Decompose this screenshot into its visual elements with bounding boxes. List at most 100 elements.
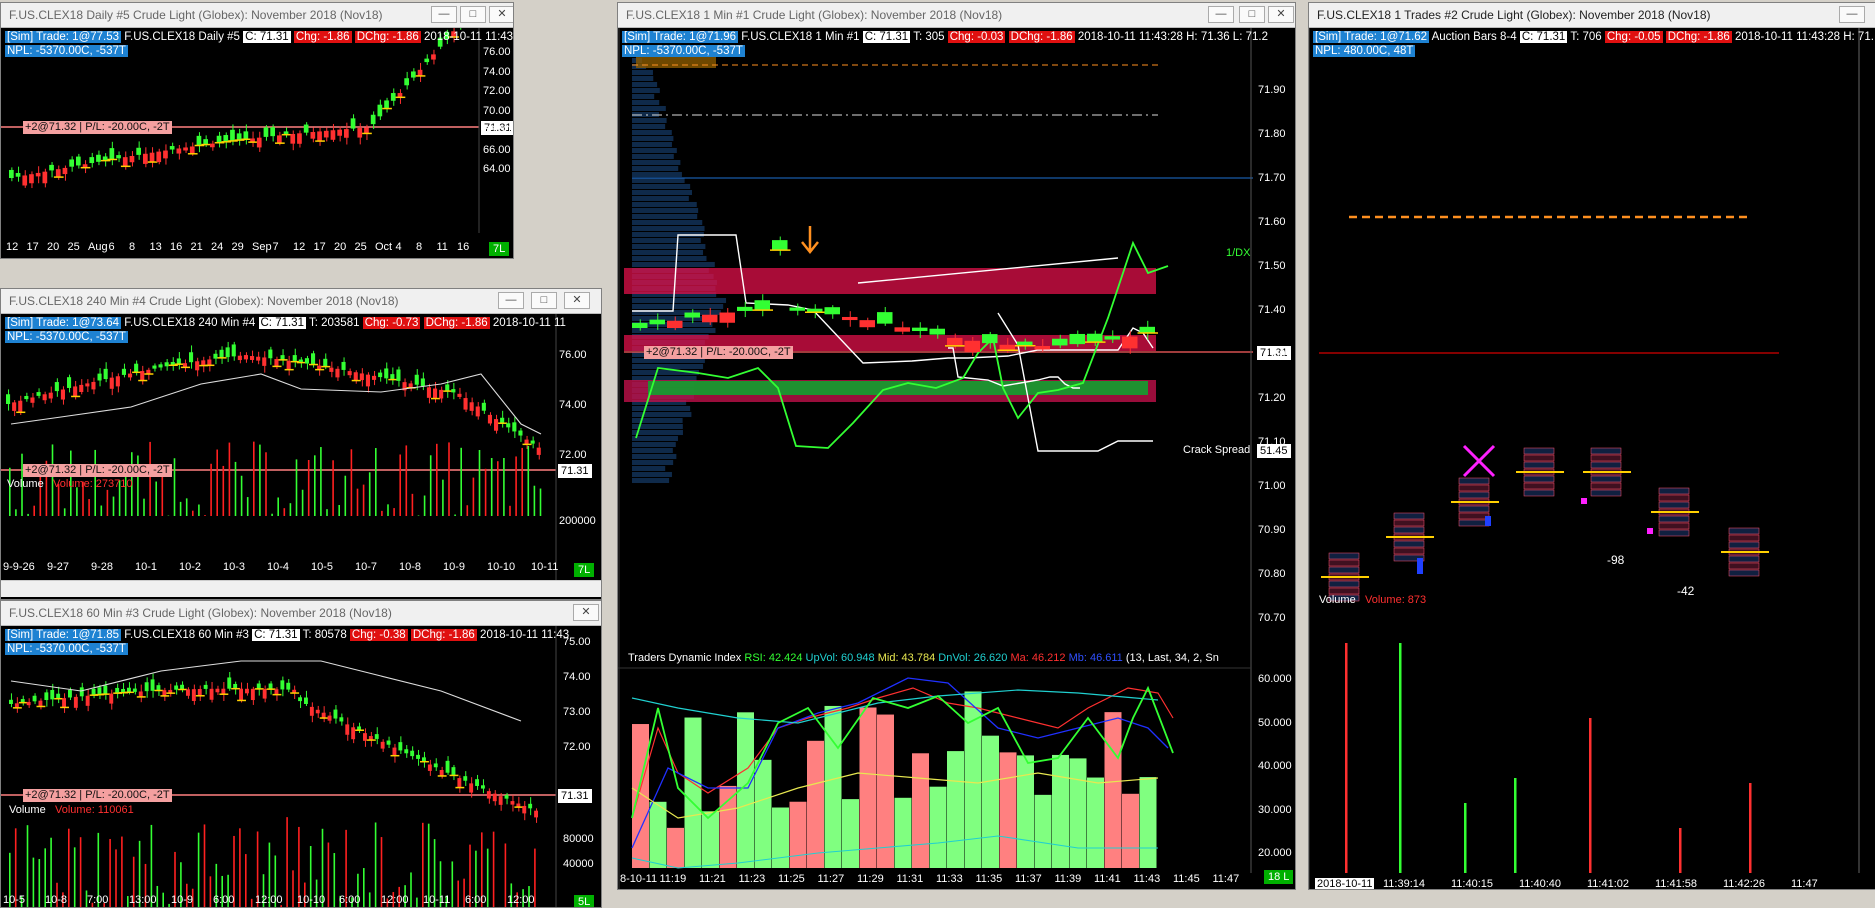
candle — [337, 130, 342, 136]
x-tick-label: 11:40:40 — [1519, 878, 1561, 890]
maximize-button[interactable]: □ — [531, 292, 557, 309]
tdi-histogram-bar — [1070, 758, 1087, 868]
volume-bar — [229, 443, 231, 516]
candle — [6, 394, 10, 404]
titlebar[interactable]: F.US.CLEX18 60 Min #3 Crude Light (Globe… — [1, 601, 601, 626]
volume-bar — [210, 876, 212, 907]
horizontal-scrollbar[interactable] — [1, 580, 601, 597]
candle — [342, 362, 346, 370]
volume-profile-bar — [632, 76, 653, 81]
titlebar[interactable]: F.US.CLEX18 1 Min #1 Crude Light (Globex… — [618, 3, 1295, 28]
position-pl-tag[interactable]: +2@71.32 | P/L: -20.00C, -2T — [23, 121, 172, 134]
volume-bar — [410, 872, 412, 907]
maximize-button[interactable]: □ — [1239, 6, 1265, 23]
candle — [130, 156, 135, 162]
candle — [487, 791, 491, 798]
volume-bar — [454, 515, 456, 516]
240min-chart-window[interactable]: F.US.CLEX18 240 Min #4 Crude Light (Glob… — [0, 288, 602, 600]
candle — [463, 776, 467, 781]
titlebar[interactable]: F.US.CLEX18 240 Min #4 Crude Light (Glob… — [1, 289, 601, 314]
candle — [157, 685, 161, 690]
titlebar[interactable]: F.US.CLEX18 Daily #5 Crude Light (Globex… — [1, 3, 513, 28]
1min-chart-window[interactable]: F.US.CLEX18 1 Min #1 Crude Light (Globex… — [617, 2, 1296, 890]
volume-profile-bar — [632, 418, 683, 423]
x-tick-label: 11:33 — [936, 873, 963, 885]
volume-bar — [375, 822, 377, 907]
volume-bar — [204, 515, 206, 516]
position-pl-tag[interactable]: +2@71.32 | P/L: -20.00C, -2T — [23, 464, 172, 477]
candle — [439, 390, 443, 399]
minimize-button[interactable]: — — [1839, 6, 1865, 23]
position-pl-tag[interactable]: +2@71.32 | P/L: -20.00C, -2T — [23, 789, 172, 802]
volume-bar — [239, 828, 241, 907]
minimize-button[interactable]: — — [1208, 6, 1234, 23]
volume-profile-bar — [632, 94, 654, 99]
candle — [98, 374, 102, 381]
y-tick-label: 73.00 — [563, 706, 591, 718]
candle — [323, 359, 327, 367]
volume-profile-bar — [632, 226, 705, 231]
auction-cell — [1524, 448, 1554, 454]
candle — [210, 144, 215, 148]
auction-cell — [1394, 520, 1424, 526]
volume-bar — [387, 504, 389, 516]
candle — [170, 146, 175, 149]
candle — [505, 795, 509, 799]
volume-bar — [528, 446, 530, 516]
x-tick-label: 17 — [27, 241, 39, 253]
titlebar[interactable]: F.US.CLEX18 1 Trades #2 Crude Light (Glo… — [1309, 3, 1875, 28]
y-tick-label: 70.80 — [1258, 568, 1286, 580]
candle — [537, 448, 541, 455]
volume-bar — [192, 511, 194, 516]
volume-bar — [168, 904, 170, 907]
candle — [387, 741, 391, 745]
60min-chart-window[interactable]: F.US.CLEX18 60 Min #3 Crude Light (Globe… — [0, 600, 602, 908]
position-pl-tag[interactable]: +2@71.32 | P/L: -20.00C, -2T — [644, 346, 793, 359]
candle — [103, 686, 107, 695]
price-chart[interactable]: [Sim] Trade: 1@71.62 Auction Bars 8-4 C:… — [1309, 28, 1875, 889]
close-button[interactable]: ✕ — [1268, 6, 1294, 23]
minimize-button[interactable]: — — [431, 6, 457, 23]
auction-cell — [1591, 448, 1621, 454]
candle — [702, 315, 718, 323]
candle — [74, 697, 78, 708]
x-tick-label: Sep — [252, 241, 272, 253]
trades-chart-window[interactable]: F.US.CLEX18 1 Trades #2 Crude Light (Glo… — [1308, 2, 1875, 890]
candle — [257, 138, 262, 148]
volume-bar — [109, 839, 111, 907]
price-chart[interactable]: [Sim] Trade: 1@73.64 F.US.CLEX18 240 Min… — [1, 314, 601, 599]
candle — [280, 680, 284, 689]
candle — [482, 403, 486, 411]
candle — [244, 355, 248, 359]
candle — [39, 701, 43, 707]
candle — [310, 707, 314, 716]
dx-label: 1/DX — [1226, 247, 1250, 259]
tdi-legend: Traders Dynamic Index RSI: 42.424 UpVol:… — [628, 652, 1219, 664]
candle — [9, 170, 14, 178]
close-button[interactable]: ✕ — [564, 292, 590, 309]
price-chart[interactable]: [Sim] Trade: 1@71.96 F.US.CLEX18 1 Min #… — [618, 28, 1295, 889]
daily-chart-window[interactable]: F.US.CLEX18 Daily #5 Crude Light (Globex… — [0, 2, 514, 259]
close-button[interactable]: ✕ — [573, 604, 599, 621]
daily-change-value: DChg: -1.86 — [1666, 31, 1732, 43]
x-tick-label: 8 — [416, 241, 422, 253]
volume-bar — [418, 515, 420, 516]
tdi-mid: Mid: 43.784 — [878, 652, 935, 664]
candle — [457, 778, 461, 788]
x-tick-label: 11:29 — [857, 873, 884, 885]
close-button[interactable]: ✕ — [489, 6, 514, 23]
maximize-button[interactable]: □ — [460, 6, 486, 23]
minimize-button[interactable]: — — [498, 292, 524, 309]
candle — [512, 422, 516, 431]
volume-value: Volume: 273710 — [53, 478, 133, 490]
x-tick-label: 21 — [191, 241, 203, 253]
price-chart[interactable]: [Sim] Trade: 1@77.53 F.US.CLEX18 Daily #… — [1, 28, 513, 258]
volume-profile-bar — [632, 454, 676, 459]
x-tick-label: 25 — [68, 241, 80, 253]
x-tick-label: 10-11 — [423, 894, 450, 906]
tdi-histogram-bar — [1000, 752, 1017, 868]
y-tick-label: 71.40 — [1258, 304, 1286, 316]
price-chart[interactable]: [Sim] Trade: 1@71.85 F.US.CLEX18 60 Min … — [1, 626, 601, 907]
candle — [720, 313, 736, 323]
candle — [270, 127, 275, 136]
